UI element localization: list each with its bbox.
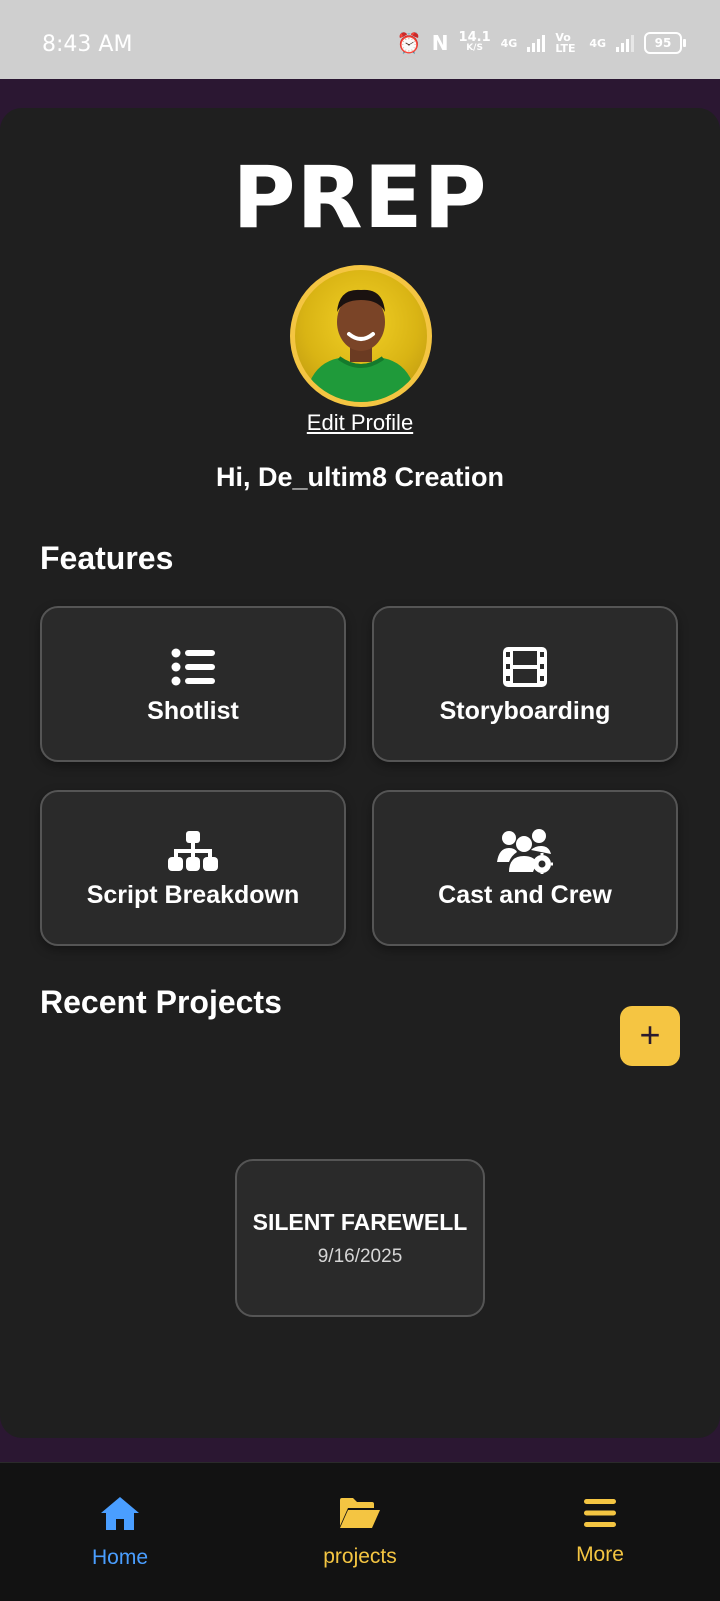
- app-title: PREP: [232, 148, 488, 248]
- nfc-icon: N: [431, 31, 449, 55]
- menu-icon: [584, 1498, 616, 1533]
- sitemap-icon: [165, 827, 221, 875]
- nav-projects-label: projects: [323, 1544, 397, 1568]
- nav-more-label: More: [576, 1542, 624, 1566]
- net-speed-value: 14.1: [458, 30, 491, 45]
- avatar[interactable]: [290, 265, 432, 407]
- feature-label: Storyboarding: [439, 696, 611, 725]
- feature-label: Shotlist: [147, 696, 239, 725]
- feature-label: Script Breakdown: [86, 880, 300, 909]
- main-card: PREP Edit Profile Hi, De_ultim8 Creation…: [0, 108, 720, 1438]
- home-icon: [100, 1495, 140, 1536]
- project-date: 9/16/2025: [317, 1245, 403, 1267]
- status-time: 8:43 AM: [42, 32, 133, 57]
- signal-icon: [527, 34, 546, 52]
- features-title: Features: [40, 540, 174, 576]
- network-2: 4G: [589, 38, 606, 49]
- nav-more[interactable]: More: [480, 1463, 720, 1601]
- feature-shotlist[interactable]: Shotlist: [40, 606, 346, 762]
- edit-profile-link[interactable]: Edit Profile: [0, 410, 720, 436]
- status-icons: ⏰ N 14.1 K/S 4G Vo LTE 4G 95: [396, 30, 686, 55]
- users-gear-icon: [497, 827, 553, 875]
- nav-projects[interactable]: projects: [240, 1463, 480, 1601]
- add-project-button[interactable]: +: [620, 1006, 680, 1066]
- net-speed-unit: K/S: [466, 43, 483, 53]
- network-1: 4G: [501, 38, 518, 49]
- bottom-nav: Home projects More: [0, 1462, 720, 1601]
- alarm-icon: ⏰: [396, 31, 422, 55]
- battery-level: 95: [654, 36, 672, 50]
- nav-home-label: Home: [91, 1545, 149, 1569]
- feature-script-breakdown[interactable]: Script Breakdown: [40, 790, 346, 946]
- network-2-label: 4G: [589, 36, 606, 50]
- network-1-label: 4G: [500, 36, 518, 50]
- volte-label: Vo LTE: [555, 31, 576, 55]
- feature-storyboarding[interactable]: Storyboarding: [372, 606, 678, 762]
- status-bar: 8:43 AM ⏰ N 14.1 K/S 4G Vo LTE 4G 95: [0, 0, 720, 79]
- list-icon: [165, 643, 221, 691]
- recent-projects-title: Recent Projects: [40, 984, 282, 1020]
- signal-icon-2: [616, 34, 634, 52]
- feature-label: Cast and Crew: [438, 880, 612, 909]
- battery-icon: 95: [644, 32, 686, 54]
- greeting: Hi, De_ultim8 Creation: [215, 462, 505, 492]
- project-card[interactable]: SILENT FAREWELL 9/16/2025: [235, 1159, 485, 1317]
- net-speed: 14.1 K/S: [458, 30, 491, 54]
- project-name: SILENT FAREWELL: [252, 1208, 468, 1235]
- feature-cast-and-crew[interactable]: Cast and Crew: [372, 790, 678, 946]
- film-icon: [497, 643, 553, 691]
- folder-open-icon: [340, 1496, 380, 1535]
- avatar-image: [305, 289, 417, 402]
- nav-home[interactable]: Home: [0, 1463, 240, 1601]
